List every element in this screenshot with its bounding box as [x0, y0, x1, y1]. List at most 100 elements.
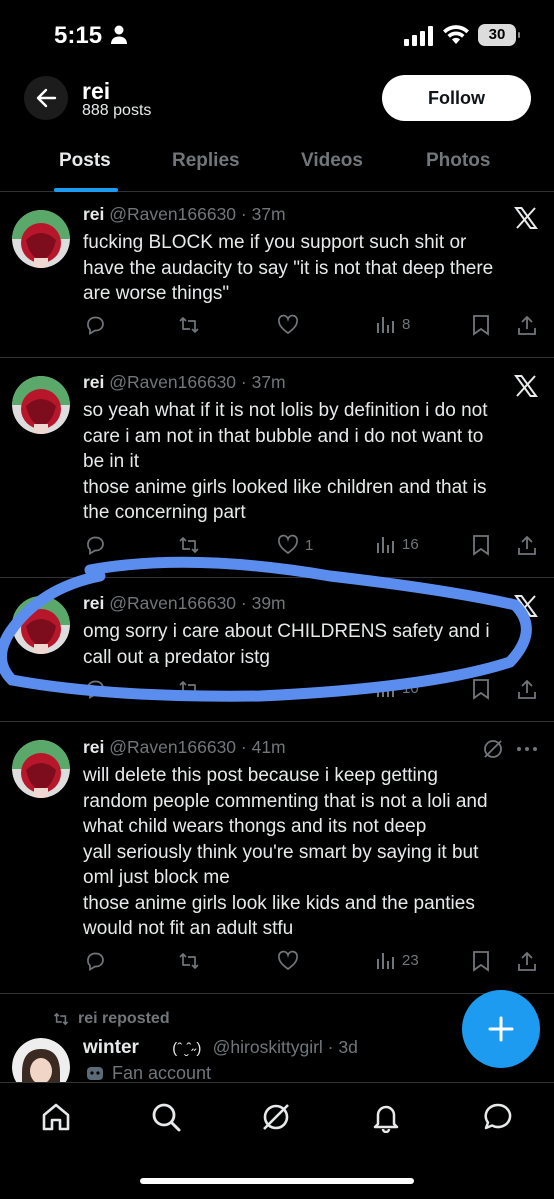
- more-icon[interactable]: [516, 746, 538, 752]
- view-count: 8: [402, 315, 411, 333]
- reply-icon: [87, 952, 104, 972]
- retweet-button[interactable]: [178, 950, 200, 972]
- share-icon: [518, 951, 536, 971]
- status-time: 5:15: [54, 22, 103, 49]
- share-icon: [518, 679, 536, 699]
- author-name[interactable]: rei: [83, 593, 104, 613]
- tweet-actions: 8: [0, 314, 554, 338]
- nav-notifications[interactable]: [370, 1101, 402, 1138]
- bookmark-button[interactable]: [471, 950, 491, 972]
- author-handle-time: @Raven166630 · 37m: [109, 372, 286, 392]
- view-count: 16: [402, 535, 419, 553]
- fan-account-text: Fan account: [112, 1063, 212, 1083]
- author-name[interactable]: rei: [83, 204, 104, 224]
- profile-tabs: Posts Replies Videos Photos: [0, 130, 554, 192]
- share-icon: [518, 535, 536, 555]
- tab-posts[interactable]: Posts: [59, 150, 111, 172]
- post-count: 888 posts: [82, 102, 152, 119]
- profile-name: rei: [82, 78, 111, 104]
- grok-icon[interactable]: [482, 738, 504, 760]
- person-icon: [111, 25, 127, 44]
- back-button[interactable]: [24, 76, 68, 120]
- views-button[interactable]: 10: [376, 678, 419, 698]
- nav-grok[interactable]: [260, 1101, 292, 1138]
- tweet-header: rei @Raven166630 · 41m: [83, 737, 286, 758]
- tab-videos[interactable]: Videos: [301, 150, 363, 172]
- views-icon: [377, 317, 394, 333]
- avatar[interactable]: [12, 740, 70, 798]
- avatar[interactable]: [12, 1038, 70, 1082]
- retweet-icon: [179, 537, 199, 553]
- retweet-icon: [179, 317, 199, 333]
- reply-icon: [87, 536, 104, 556]
- avatar[interactable]: [12, 376, 70, 434]
- views-button[interactable]: 8: [376, 314, 410, 334]
- tweet-header: rei @Raven166630 · 37m: [83, 372, 286, 393]
- tweet-text: so yeah what if it is not lolis by defin…: [83, 400, 488, 523]
- nav-search[interactable]: [150, 1101, 182, 1138]
- tweet[interactable]: rei @Raven166630 · 37m so yeah what if i…: [0, 358, 554, 578]
- repost-label: rei reposted: [52, 1010, 170, 1028]
- bookmark-icon: [473, 535, 489, 556]
- messages-icon: [484, 1103, 512, 1130]
- tweet-header: rei @Raven166630 · 37m: [83, 204, 286, 225]
- reply-button[interactable]: [84, 678, 106, 700]
- reply-icon: [87, 316, 104, 336]
- tweet[interactable]: rei @Raven166630 · 41m will delete this …: [0, 722, 554, 994]
- signal-icon: [404, 26, 433, 46]
- view-count: 23: [402, 951, 419, 969]
- share-icon: [518, 315, 536, 335]
- like-button[interactable]: [277, 950, 299, 972]
- view-count: 10: [402, 679, 419, 697]
- tab-photos[interactable]: Photos: [426, 150, 490, 172]
- profile-header: rei 888 posts Follow: [0, 70, 554, 130]
- notifications-icon: [373, 1105, 399, 1134]
- status-bar: 5:15 30: [0, 0, 554, 70]
- tweet[interactable]: rei @Raven166630 · 39m omg sorry i care …: [0, 578, 554, 722]
- bookmark-button[interactable]: [471, 314, 491, 336]
- like-icon: [277, 950, 299, 971]
- tab-replies[interactable]: Replies: [172, 150, 240, 172]
- x-logo-icon: [514, 595, 538, 617]
- retweet-button[interactable]: [178, 314, 200, 336]
- bookmark-icon: [473, 315, 489, 336]
- views-icon: [377, 953, 394, 969]
- author-name[interactable]: rei: [83, 372, 104, 392]
- tweet[interactable]: rei @Raven166630 · 37m fucking BLOCK me …: [0, 192, 554, 358]
- tweet-text: fucking BLOCK me if you support such shi…: [83, 232, 494, 304]
- reply-button[interactable]: [84, 534, 106, 556]
- share-button[interactable]: [516, 950, 538, 972]
- author-name[interactable]: winter: [83, 1037, 139, 1058]
- repost-header: winter (ˆ ̮ˆ˶) @hiroskittygirl · 3d: [83, 1037, 358, 1059]
- fan-account-badge: Fan account: [86, 1063, 211, 1084]
- repost-label-text: rei reposted: [78, 1010, 170, 1027]
- home-icon: [42, 1103, 70, 1131]
- retweet-button[interactable]: [178, 678, 200, 700]
- tweet-text: omg sorry i care about CHILDRENS safety …: [83, 621, 490, 668]
- nav-home[interactable]: [40, 1101, 72, 1138]
- compose-icon: [488, 1016, 514, 1042]
- share-button[interactable]: [516, 314, 538, 336]
- retweet-button[interactable]: [178, 534, 200, 556]
- views-button[interactable]: 23: [376, 950, 419, 970]
- like-button[interactable]: [277, 314, 305, 336]
- compose-button[interactable]: [462, 990, 540, 1068]
- nav-messages[interactable]: [482, 1101, 514, 1138]
- avatar[interactable]: [12, 210, 70, 268]
- bookmark-button[interactable]: [471, 678, 491, 700]
- author-handle-time: @Raven166630 · 37m: [109, 204, 286, 224]
- battery-indicator: 30: [478, 24, 520, 46]
- views-icon: [377, 537, 394, 553]
- share-button[interactable]: [516, 534, 538, 556]
- follow-button[interactable]: Follow: [382, 75, 531, 121]
- reply-button[interactable]: [84, 314, 106, 336]
- bookmark-button[interactable]: [471, 534, 491, 556]
- reply-button[interactable]: [84, 950, 106, 972]
- views-button[interactable]: 16: [376, 534, 419, 554]
- home-indicator: [140, 1178, 414, 1184]
- like-count: 1: [305, 536, 314, 554]
- share-button[interactable]: [516, 678, 538, 700]
- avatar[interactable]: [12, 596, 70, 654]
- author-name[interactable]: rei: [83, 737, 104, 757]
- like-button[interactable]: 1: [277, 534, 313, 556]
